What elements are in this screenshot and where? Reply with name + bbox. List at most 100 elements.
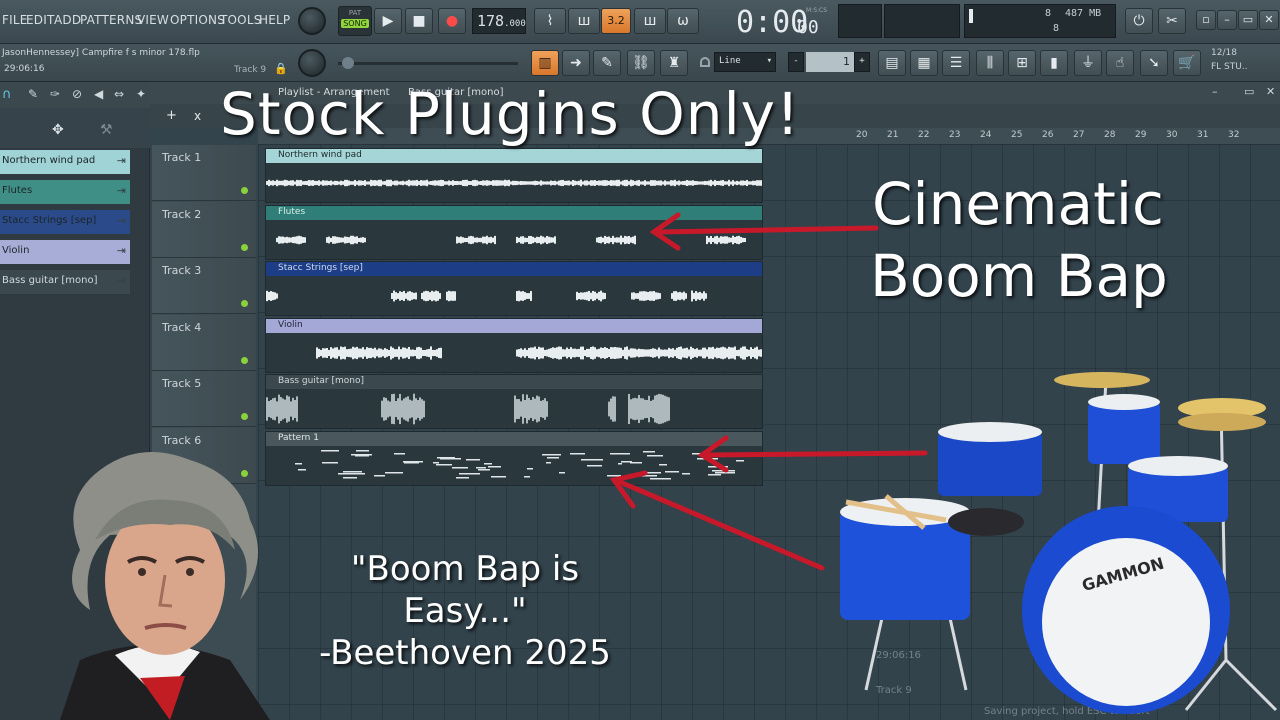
channel-target-icon[interactable]: ⇥: [117, 184, 126, 197]
mixer-button[interactable]: ⫼: [976, 50, 1004, 76]
channel-target-icon[interactable]: ⇥: [117, 214, 126, 227]
mute-tool-icon[interactable]: ◀: [94, 87, 103, 101]
cut-tool-button[interactable]: ✂: [1158, 8, 1186, 34]
paint-tool-icon[interactable]: ✑: [50, 87, 60, 101]
ruler-tick: 26: [1042, 130, 1054, 140]
track-header[interactable]: Track 1: [152, 145, 256, 201]
magnet-snap-icon[interactable]: ∩: [2, 87, 12, 102]
value-decrement[interactable]: -: [788, 52, 804, 72]
arrow-right-icon: ➜: [570, 55, 582, 71]
snap-select[interactable]: Line ▾: [714, 52, 776, 72]
playlist-maximize-icon[interactable]: ▭: [1244, 85, 1254, 98]
record-button[interactable]: ●: [438, 8, 466, 34]
track-header[interactable]: Track 3: [152, 258, 256, 314]
project-info-button[interactable]: ▮: [1040, 50, 1068, 76]
track-header[interactable]: Track 4: [152, 314, 256, 371]
typing-keyboard-button[interactable]: ш: [634, 8, 666, 34]
track-header[interactable]: Track 2: [152, 201, 256, 258]
pat-song-switch[interactable]: PAT SONG: [338, 6, 372, 36]
channel-item[interactable]: Stacc Strings [sep] ⇥: [0, 210, 130, 234]
news-label[interactable]: FL STU..: [1211, 62, 1248, 72]
track-mute-led[interactable]: [241, 413, 248, 420]
value-increment[interactable]: +: [854, 52, 870, 72]
channel-item[interactable]: Flutes ⇥: [0, 180, 130, 204]
plugin-picker-button[interactable]: ⏚: [1074, 50, 1102, 76]
menu-add[interactable]: ADD: [54, 13, 81, 27]
delete-tool-icon[interactable]: ⊘: [72, 87, 82, 101]
play-button[interactable]: ▶: [374, 8, 402, 34]
playlist-button[interactable]: ▤: [878, 50, 906, 76]
ruler-tick: 27: [1073, 130, 1085, 140]
link-tool-button[interactable]: ⛓: [627, 50, 655, 76]
menu-file[interactable]: FILE: [2, 13, 28, 27]
playlist-clip[interactable]: Northern wind pad: [265, 148, 763, 203]
menu-options[interactable]: OPTIONS: [170, 13, 225, 27]
voice-count: 8: [1053, 23, 1060, 34]
power-button[interactable]: ⏻: [1125, 8, 1153, 34]
channel-item[interactable]: Violin ⇥: [0, 240, 130, 264]
playlist-clip[interactable]: Bass guitar [mono]: [265, 374, 763, 429]
menu-help[interactable]: HELP: [259, 13, 290, 27]
browser-button[interactable]: ⊞: [1008, 50, 1036, 76]
menu-patterns[interactable]: PATTERNS: [80, 13, 142, 27]
channel-item[interactable]: Northern wind pad ⇥: [0, 150, 130, 174]
add-track-icon[interactable]: +: [166, 108, 177, 123]
playlist-clip[interactable]: Pattern 1: [265, 430, 763, 486]
draw-tool-button[interactable]: ✎: [593, 50, 621, 76]
channel-target-icon[interactable]: ⇥: [117, 244, 126, 257]
layout-button[interactable]: ▫: [1196, 10, 1216, 30]
track-mute-led[interactable]: [241, 300, 248, 307]
master-pitch-slider[interactable]: [338, 57, 518, 69]
stop-button[interactable]: ■: [405, 8, 433, 34]
wait-input-button[interactable]: ш: [568, 8, 600, 34]
online-button[interactable]: ➘: [1140, 50, 1168, 76]
slip-tool-icon[interactable]: ⇔: [114, 87, 124, 101]
channel-target-icon[interactable]: ⇥: [117, 154, 126, 167]
loop-record-button[interactable]: ω: [667, 8, 699, 34]
remove-track-icon[interactable]: x: [194, 109, 201, 123]
minimize-button[interactable]: –: [1217, 10, 1237, 30]
track-mute-led[interactable]: [241, 187, 248, 194]
stamp-icon: ♜: [667, 55, 681, 71]
step-seq-button[interactable]: ▦: [910, 50, 938, 76]
touch-controller-button[interactable]: ☝: [1106, 50, 1134, 76]
power-icon: ⏻: [1133, 13, 1145, 29]
song-time-display[interactable]: 0:00 00 M:S:CS: [724, 3, 830, 41]
master-pitch-knob[interactable]: [298, 49, 326, 77]
metronome-button[interactable]: ⌇: [534, 8, 566, 34]
quote-line-3: -Beethoven 2025: [319, 633, 611, 673]
track-label: Track 1: [162, 151, 202, 164]
track-mute-led[interactable]: [241, 356, 248, 364]
track-mute-led[interactable]: [241, 243, 248, 251]
menu-view[interactable]: VIEW: [137, 13, 169, 27]
master-volume-knob[interactable]: [298, 7, 326, 35]
track-header[interactable]: Track 5: [152, 371, 256, 427]
channel-item[interactable]: Bass guitar [mono] ⇥: [0, 270, 130, 294]
playlist-minimize-icon[interactable]: –: [1212, 85, 1218, 98]
playlist-clip[interactable]: Flutes: [265, 204, 763, 260]
menu-tools[interactable]: TOOLS: [220, 13, 262, 27]
stamp-tool-button[interactable]: ♜: [660, 50, 688, 76]
close-button[interactable]: ✕: [1259, 10, 1279, 30]
magnet-icon: [700, 57, 710, 67]
channel-target-icon[interactable]: ⇥: [117, 274, 126, 287]
maximize-button[interactable]: ▭: [1238, 10, 1258, 30]
playlist-clip[interactable]: Stacc Strings [sep]: [265, 261, 763, 316]
menu-edit[interactable]: EDIT: [26, 13, 55, 27]
channel-rack-button[interactable]: ☰: [942, 50, 970, 76]
expand-icon[interactable]: ✥: [52, 122, 64, 138]
tempo-display[interactable]: 178.000: [472, 8, 526, 34]
step-edit-button[interactable]: 3.2: [601, 8, 631, 34]
wrench-icon[interactable]: ⚒: [100, 122, 113, 138]
playlist-clip[interactable]: Violin: [265, 317, 763, 373]
arrow-tool-button[interactable]: ➜: [562, 50, 590, 76]
piano-roll-button[interactable]: ▥: [531, 50, 559, 76]
slice-tool-icon[interactable]: ✦: [136, 87, 146, 101]
slider-handle[interactable]: [342, 57, 354, 69]
lock-icon: 🔒: [274, 62, 288, 75]
memory-usage: 487 MB: [1065, 8, 1102, 19]
playlist-close-icon[interactable]: ✕: [1266, 85, 1275, 98]
shop-button[interactable]: 🛒: [1173, 50, 1201, 76]
pencil-tool-icon[interactable]: ✎: [28, 87, 38, 101]
pattern-number[interactable]: 1: [806, 52, 854, 72]
